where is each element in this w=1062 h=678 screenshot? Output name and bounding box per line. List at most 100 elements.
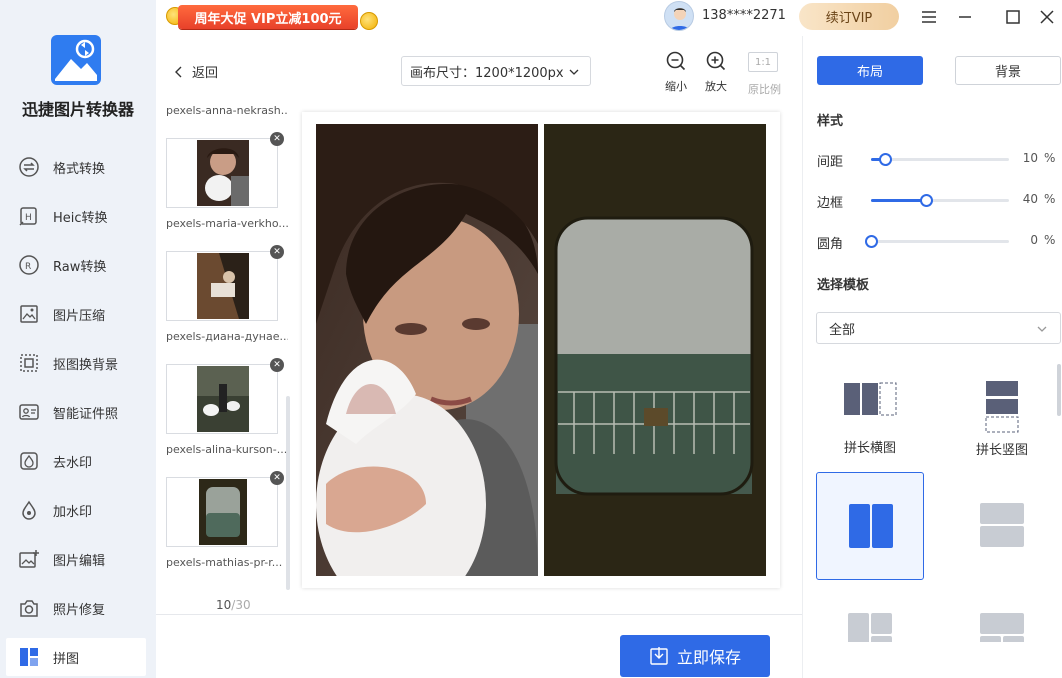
sidebar-item-compress[interactable]: 图片压缩	[6, 295, 146, 333]
zoom-out-button[interactable]: 缩小	[656, 50, 696, 94]
slider-label: 间距	[817, 155, 844, 170]
renew-vip-button[interactable]: 续订VIP	[799, 3, 899, 30]
back-button[interactable]: 返回	[172, 62, 218, 81]
slider-unit: %	[1044, 151, 1056, 165]
app-title: 迅捷图片转换器	[21, 100, 134, 119]
chevron-down-icon	[1037, 326, 1047, 332]
coin-icon	[360, 12, 378, 30]
slider-track[interactable]	[871, 153, 1009, 166]
download-icon	[650, 647, 668, 665]
sidebar-item-label: 图片压缩	[53, 308, 106, 324]
sidebar-item-label: Heic转换	[53, 210, 108, 226]
sidebar: 迅捷图片转换器 格式转换 H Heic转换 R Raw转换 图片压缩 抠图换背景…	[0, 0, 156, 678]
sidebar-item-image-edit[interactable]: 图片编辑	[6, 540, 146, 578]
save-label: 立即保存	[676, 648, 741, 667]
slider-thumb[interactable]	[878, 153, 892, 166]
minimize-icon[interactable]	[954, 6, 976, 28]
image-edit-icon	[18, 548, 40, 570]
slider-fill	[871, 199, 927, 202]
template-three-grid-a[interactable]	[816, 606, 924, 642]
save-button[interactable]: 立即保存	[620, 635, 770, 677]
sidebar-item-raw[interactable]: R Raw转换	[6, 246, 146, 284]
format-convert-icon	[18, 156, 40, 178]
slider-thumb[interactable]	[865, 235, 878, 248]
slider-unit: %	[1044, 233, 1056, 247]
remove-watermark-icon	[18, 450, 40, 472]
border-slider[interactable]: 边框 40 %	[817, 190, 1057, 211]
slider-track[interactable]	[865, 235, 1009, 248]
thumbnail-item[interactable]	[166, 251, 278, 321]
sidebar-item-label: 拼图	[53, 651, 80, 667]
thumbnail-image	[197, 366, 249, 432]
remove-thumbnail-icon[interactable]: ✕	[270, 471, 284, 485]
thumbnail-caption: pexels-alina-kurson-...	[166, 443, 288, 456]
canvas-size-value: 画布尺寸：1200*1200px	[410, 65, 564, 81]
collage-photo-right[interactable]	[544, 124, 766, 576]
avatar[interactable]	[664, 1, 694, 31]
thumbnail-image	[197, 253, 249, 319]
maximize-icon[interactable]	[1002, 6, 1024, 28]
remove-thumbnail-icon[interactable]: ✕	[270, 132, 284, 146]
canvas-size-select[interactable]: 画布尺寸：1200*1200px	[401, 56, 591, 86]
sidebar-item-remove-watermark[interactable]: 去水印	[6, 442, 146, 480]
zoom-in-button[interactable]: 放大	[696, 50, 736, 94]
thumbnail-caption: pexels-диана-дунае...	[166, 330, 288, 343]
slider-value: 0	[1030, 233, 1038, 247]
svg-text:H: H	[25, 213, 32, 223]
collage-photo-left[interactable]	[316, 124, 538, 576]
cutout-icon	[18, 352, 40, 374]
three-grid-template-icon	[980, 613, 1024, 642]
sidebar-item-format-convert[interactable]: 格式转换	[6, 148, 146, 186]
original-ratio-label: 原比例	[748, 83, 781, 96]
heic-icon: H	[18, 205, 40, 227]
template-three-grid-b[interactable]	[948, 606, 1056, 642]
add-watermark-icon	[18, 499, 40, 521]
thumbnail-image	[199, 479, 247, 545]
sidebar-item-id-photo[interactable]: 智能证件照	[6, 393, 146, 431]
slider-thumb[interactable]	[920, 194, 934, 207]
svg-text:R: R	[25, 262, 31, 272]
remove-thumbnail-icon[interactable]: ✕	[270, 358, 284, 372]
tab-background[interactable]: 背景	[955, 56, 1061, 85]
back-label: 返回	[192, 66, 219, 81]
original-ratio-button[interactable]: 1:1	[748, 52, 778, 72]
chevron-down-icon	[569, 69, 579, 75]
panel-scrollbar[interactable]	[1057, 364, 1061, 416]
promo-banner[interactable]: 周年大促 VIP立减100元	[164, 3, 378, 31]
sidebar-item-photo-repair[interactable]: 照片修复	[6, 589, 146, 627]
remove-thumbnail-icon[interactable]: ✕	[270, 245, 284, 259]
collage-canvas[interactable]	[302, 112, 780, 588]
sidebar-item-label: 去水印	[53, 455, 93, 471]
thumbnail-item[interactable]	[166, 138, 278, 208]
thumbnail-scrollbar[interactable]	[286, 396, 290, 590]
tab-layout[interactable]: 布局	[817, 56, 923, 85]
sidebar-item-heic[interactable]: H Heic转换	[6, 197, 146, 235]
menu-icon[interactable]	[918, 6, 940, 28]
zoom-out-label: 缩小	[665, 80, 687, 93]
collage-icon	[18, 646, 40, 668]
thumbnail-item[interactable]	[166, 364, 278, 434]
corner-radius-slider[interactable]: 圆角 0 %	[817, 231, 1057, 252]
sidebar-item-label: 照片修复	[53, 602, 106, 618]
sidebar-item-cutout[interactable]: 抠图换背景	[6, 344, 146, 382]
photo-repair-icon	[18, 597, 40, 619]
zoom-in-icon	[706, 51, 726, 71]
slider-label: 边框	[817, 196, 844, 211]
thumbnail-item[interactable]	[166, 477, 278, 547]
sidebar-item-collage[interactable]: 拼图	[6, 638, 146, 676]
compress-icon	[18, 303, 40, 325]
raw-icon: R	[18, 254, 40, 276]
slider-track[interactable]	[871, 194, 1009, 207]
workspace: 返回 画布尺寸：1200*1200px 缩小 放大 1:1 原比例 pexels…	[156, 36, 802, 678]
template-two-rows[interactable]	[948, 472, 1056, 580]
template-long-horizontal[interactable]: 拼长横图	[816, 379, 924, 456]
spacing-slider[interactable]: 间距 10 %	[817, 149, 1057, 170]
sidebar-item-add-watermark[interactable]: 加水印	[6, 491, 146, 529]
template-filter-select[interactable]: 全部	[816, 312, 1061, 344]
thumbnail-image	[197, 140, 249, 206]
template-long-vertical[interactable]: 拼长竖图	[948, 379, 1056, 458]
template-two-columns[interactable]	[816, 472, 924, 580]
long-vertical-template-icon	[985, 381, 1019, 433]
close-icon[interactable]	[1036, 6, 1058, 28]
sidebar-item-label: 加水印	[53, 504, 93, 520]
